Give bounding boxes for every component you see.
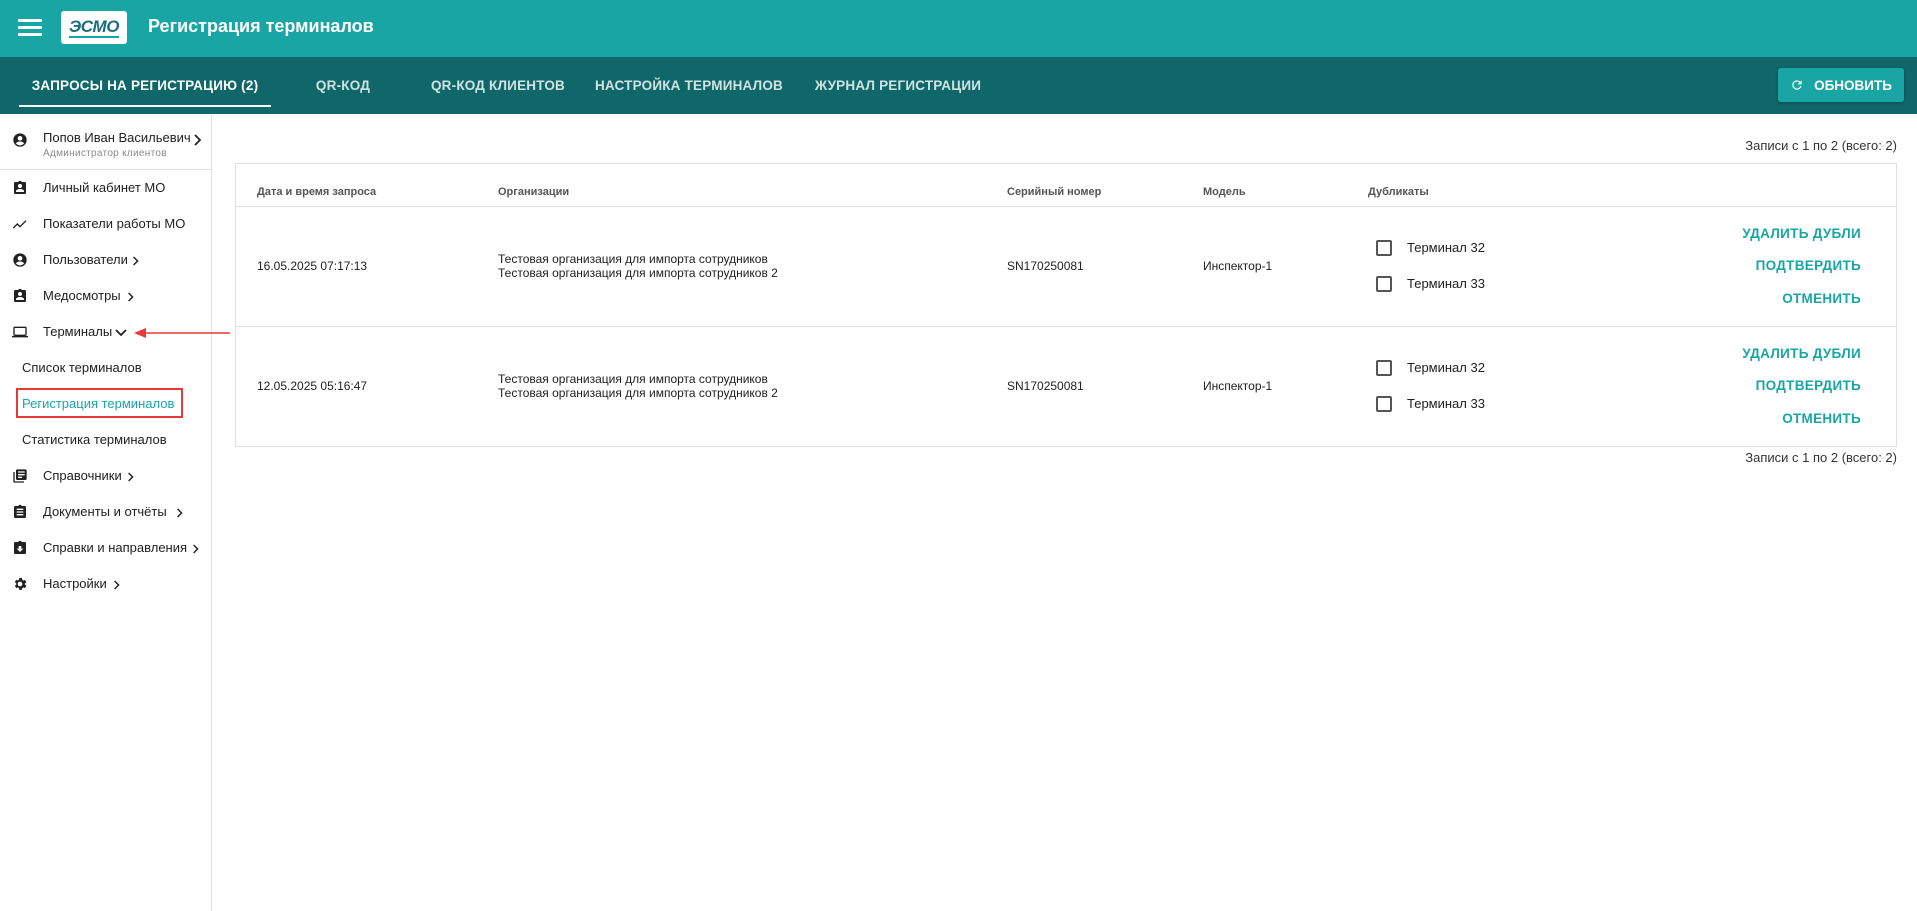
duplicate-checkbox[interactable] (1376, 360, 1392, 376)
sidebar-item-settings[interactable]: Настройки (0, 569, 211, 599)
tab-qr-code-clients[interactable]: QR-КОД КЛИЕНТОВ (420, 57, 576, 114)
sidebar-item-label: Справки и направления (43, 540, 188, 555)
model-name: Инспектор-1 (1203, 379, 1273, 393)
user-role: Администратор клиентов (43, 148, 167, 159)
column-header-organizations: Организации (498, 186, 570, 198)
main-content: Записи с 1 по 2 (всего: 2) Дата и время … (212, 114, 1917, 911)
menu-icon[interactable] (18, 17, 42, 39)
account-circle-icon (13, 133, 27, 147)
sidebar-subitem-terminal-list[interactable]: Список терминалов (0, 353, 211, 383)
refresh-label: ОБНОВИТЬ (1814, 77, 1892, 93)
account-circle-icon (13, 253, 27, 267)
serial-number: SN170250081 (1007, 259, 1084, 273)
chevron-right-icon (193, 544, 199, 554)
gear-icon (14, 578, 27, 590)
sidebar: Попов Иван Васильевич Администратор клие… (0, 114, 212, 911)
duplicate-checkbox[interactable] (1376, 396, 1392, 412)
chevron-right-icon (128, 292, 134, 302)
sidebar-item-label: Личный кабинет МО (43, 180, 166, 195)
duplicate-label: Терминал 33 (1407, 396, 1485, 411)
sidebar-item-personal-cabinet[interactable]: Личный кабинет МО (0, 173, 211, 203)
chevron-right-icon (177, 508, 183, 518)
table-row: 12.05.2025 05:16:47 Тестовая организация… (236, 327, 1896, 447)
column-header-duplicates: Дубликаты (1368, 186, 1429, 198)
page-title: Регистрация терминалов (148, 16, 374, 36)
sidebar-item-label: Показатели работы МО (43, 216, 186, 231)
highlight-frame (16, 388, 183, 418)
organization-name: Тестовая организация для импорта сотрудн… (498, 386, 778, 400)
duplicate-checkbox[interactable] (1376, 240, 1392, 256)
sidebar-item-label: Настройки (43, 576, 107, 591)
refresh-icon (1792, 80, 1802, 90)
app-logo[interactable]: ЭСМО (61, 11, 127, 44)
sidebar-subitem-label: Статистика терминалов (22, 432, 167, 447)
sidebar-item-documents[interactable]: Документы и отчёты (0, 497, 211, 527)
records-count-bottom: Записи с 1 по 2 (всего: 2) (1745, 450, 1897, 465)
sidebar-item-label: Документы и отчёты (43, 504, 167, 519)
duplicate-label: Терминал 32 (1407, 240, 1485, 255)
chevron-down-icon (115, 329, 127, 337)
column-header-model: Модель (1203, 186, 1246, 198)
chevron-right-icon (194, 134, 202, 146)
organization-name: Тестовая организация для импорта сотрудн… (498, 372, 768, 386)
request-datetime: 16.05.2025 07:17:13 (257, 259, 368, 273)
registration-requests-table: Дата и время запроса Организации Серийны… (235, 163, 1897, 447)
serial-number: SN170250081 (1007, 379, 1084, 393)
laptop-icon (12, 326, 28, 338)
cancel-button[interactable]: ОТМЕНИТЬ (1782, 291, 1861, 306)
sidebar-subitem-terminal-stats[interactable]: Статистика терминалов (0, 425, 211, 455)
sidebar-item-label: Пользователи (43, 252, 128, 267)
delete-duplicates-button[interactable]: УДАЛИТЬ ДУБЛИ (1742, 226, 1861, 241)
sidebar-item-label: Медосмотры (43, 288, 121, 303)
sidebar-item-performance[interactable]: Показатели работы МО (0, 209, 211, 239)
user-profile[interactable]: Попов Иван Васильевич Администратор клие… (0, 114, 211, 170)
cancel-button[interactable]: ОТМЕНИТЬ (1782, 411, 1861, 426)
sidebar-item-directories[interactable]: Справочники (0, 461, 211, 491)
sidebar-item-checkups[interactable]: Медосмотры (0, 281, 211, 311)
duplicate-checkbox[interactable] (1376, 276, 1392, 292)
table-row: 16.05.2025 07:17:13 Тестовая организация… (236, 207, 1896, 327)
active-tab-indicator (19, 105, 271, 107)
badge-icon (14, 288, 26, 302)
sidebar-item-users[interactable]: Пользователи (0, 245, 211, 275)
tab-terminal-settings[interactable]: НАСТРОЙКА ТЕРМИНАЛОВ (594, 57, 784, 114)
confirm-button[interactable]: ПОДТВЕРДИТЬ (1756, 378, 1861, 393)
clipboard-icon (14, 504, 26, 518)
sidebar-item-certificates[interactable]: Справки и направления (0, 533, 211, 563)
request-datetime: 12.05.2025 05:16:47 (257, 379, 368, 393)
trending-icon (12, 220, 27, 229)
clipboard-download-icon (14, 540, 26, 554)
badge-icon (14, 180, 26, 194)
chevron-right-icon (128, 472, 134, 482)
app-bar: ЭСМО Регистрация терминалов (0, 0, 1917, 57)
tab-registration-log[interactable]: ЖУРНАЛ РЕГИСТРАЦИИ (808, 57, 988, 114)
duplicate-label: Терминал 32 (1407, 360, 1485, 375)
sidebar-item-label: Справочники (43, 468, 122, 483)
user-name: Попов Иван Васильевич (43, 130, 191, 145)
sidebar-subitem-label: Список терминалов (22, 360, 142, 375)
delete-duplicates-button[interactable]: УДАЛИТЬ ДУБЛИ (1742, 346, 1861, 361)
column-header-datetime: Дата и время запроса (257, 186, 377, 198)
chevron-right-icon (114, 580, 120, 590)
model-name: Инспектор-1 (1203, 259, 1273, 273)
organization-name: Тестовая организация для импорта сотрудн… (498, 266, 778, 280)
tab-qr-code[interactable]: QR-КОД (292, 57, 394, 114)
logo-text: ЭСМО (69, 16, 119, 38)
records-count-top: Записи с 1 по 2 (всего: 2) (1745, 138, 1897, 153)
duplicate-label: Терминал 33 (1407, 276, 1485, 291)
confirm-button[interactable]: ПОДТВЕРДИТЬ (1756, 258, 1861, 273)
chevron-right-icon (133, 256, 139, 266)
column-header-serial: Серийный номер (1007, 186, 1102, 198)
refresh-button[interactable]: ОБНОВИТЬ (1778, 68, 1904, 102)
tab-bar: ЗАПРОСЫ НА РЕГИСТРАЦИЮ (2) QR-КОД QR-КОД… (0, 57, 1917, 114)
library-books-icon (13, 469, 27, 483)
organization-name: Тестовая организация для импорта сотрудн… (498, 252, 768, 266)
sidebar-item-label: Терминалы (43, 324, 113, 339)
